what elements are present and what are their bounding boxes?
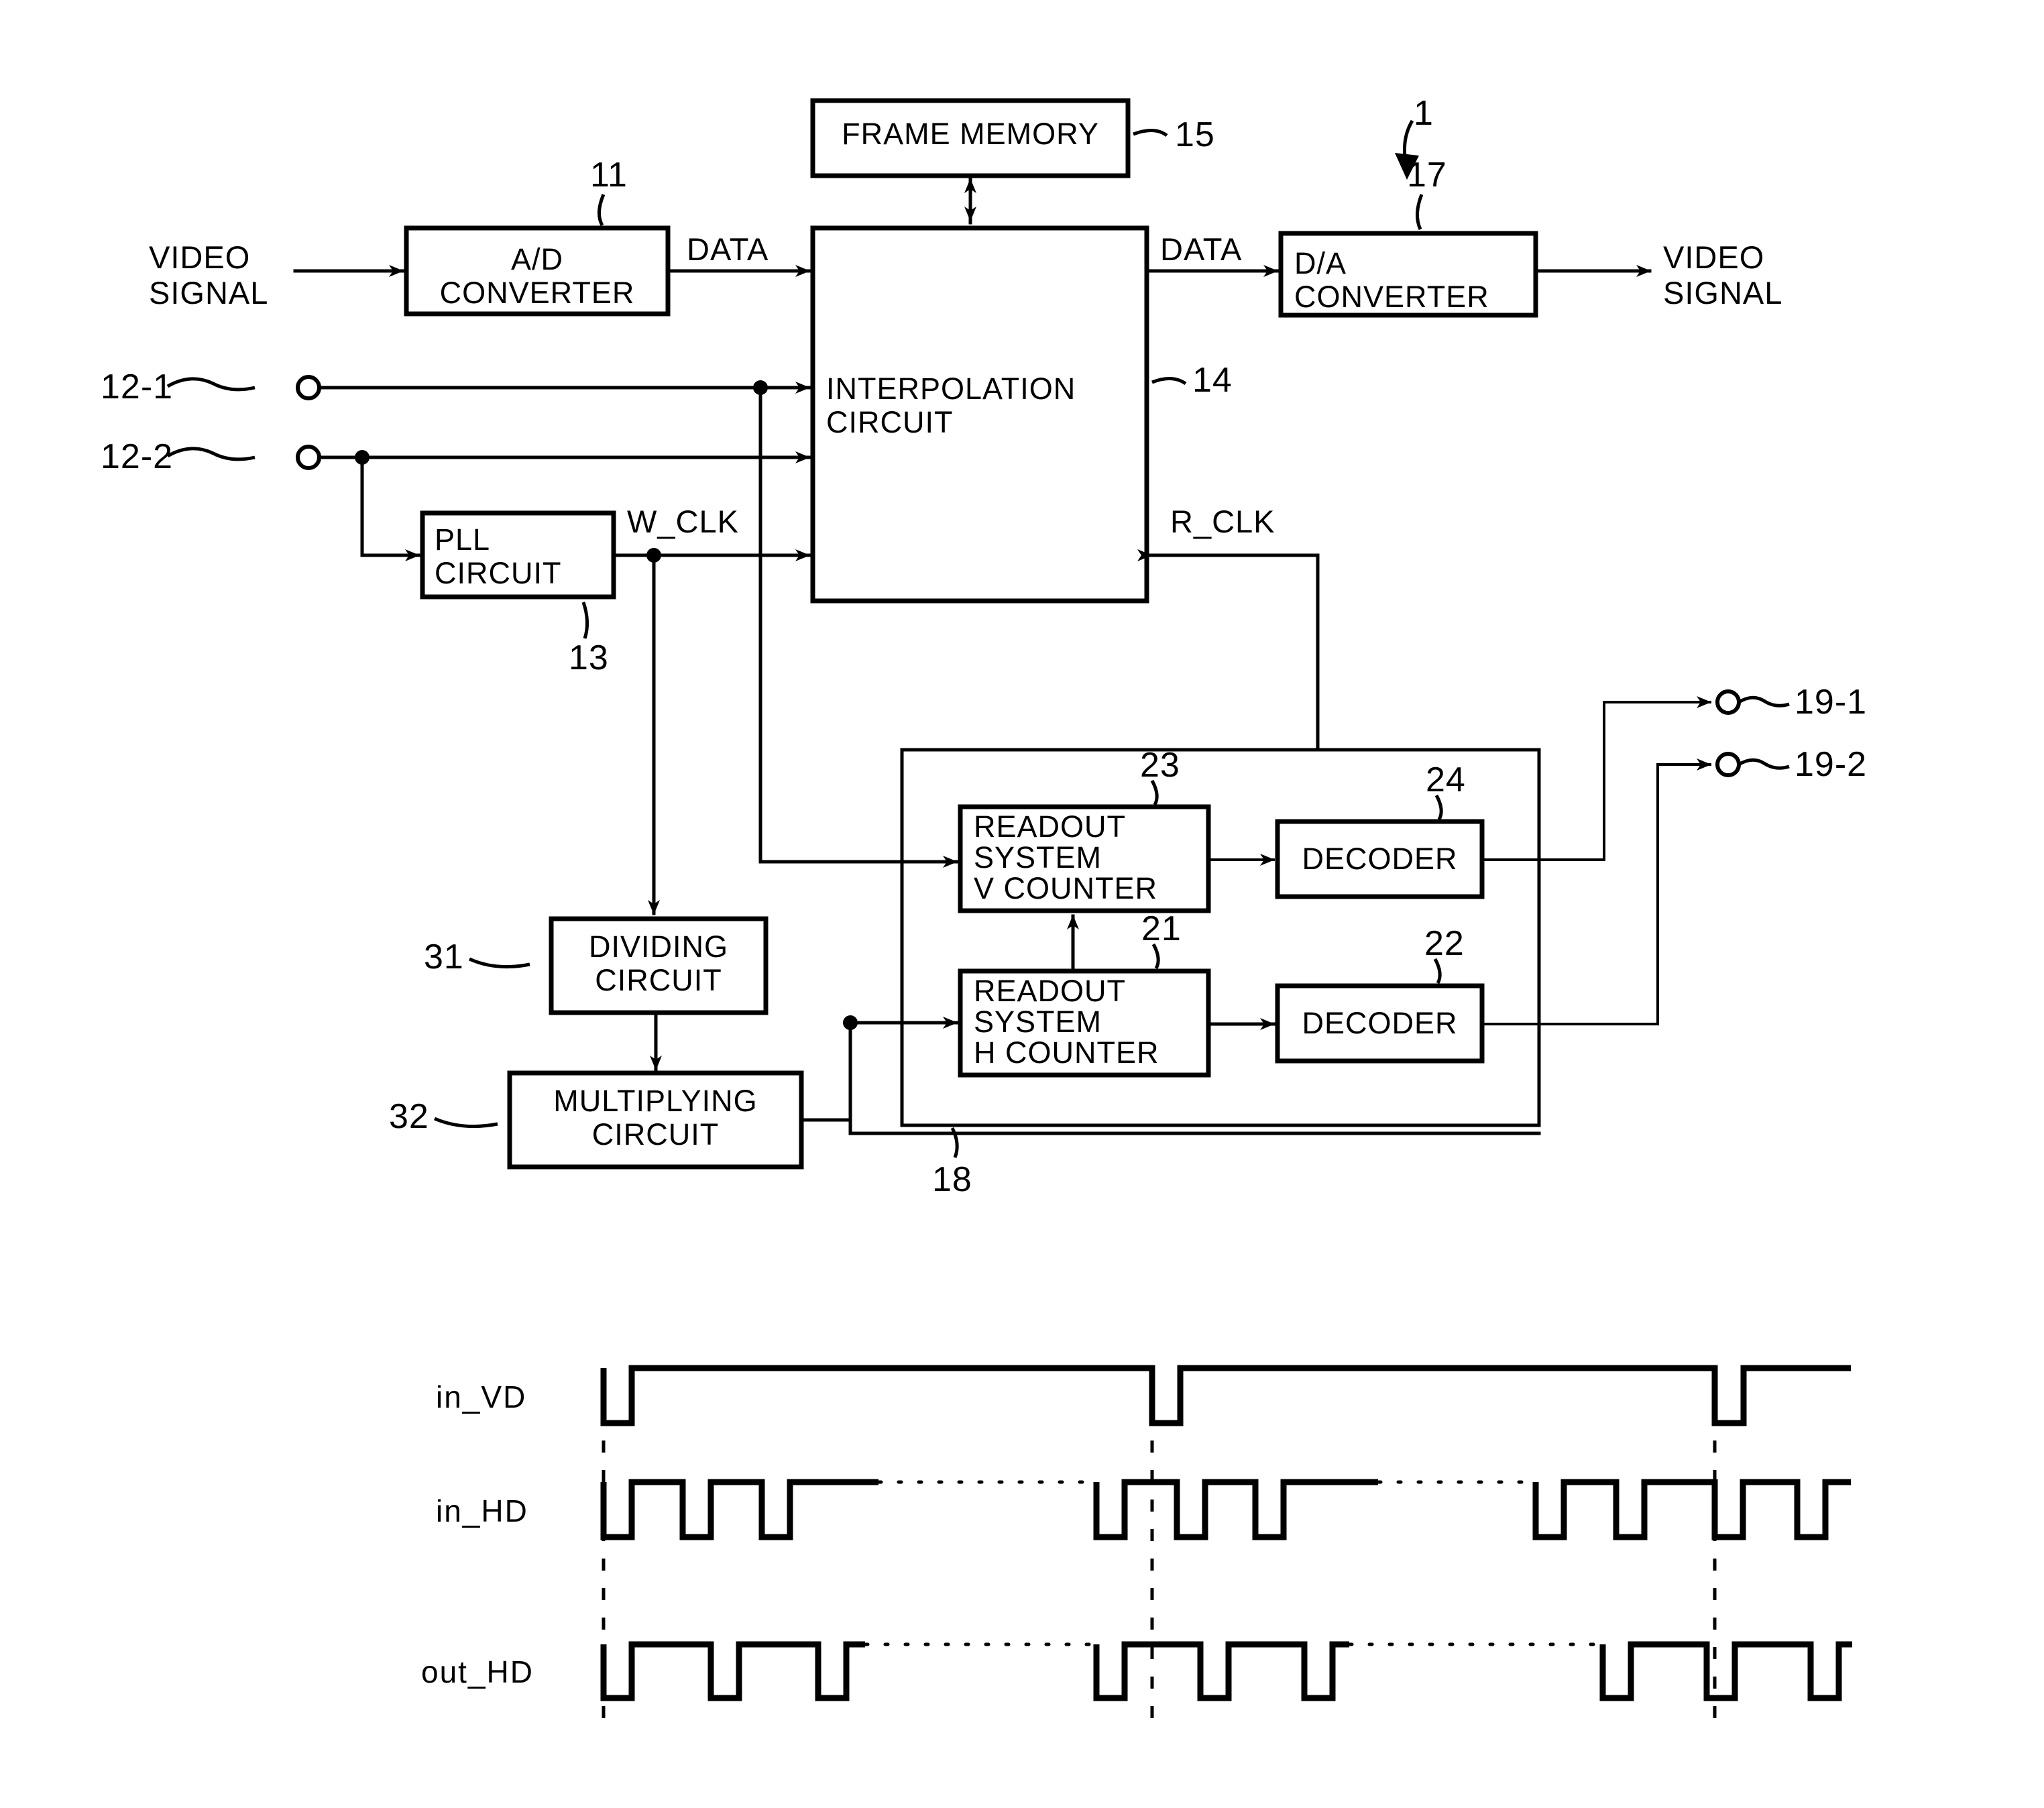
- terminal-12-2[interactable]: [296, 445, 321, 470]
- label-data-in: DATA: [687, 231, 769, 267]
- label-terminal-19-1: 19-1: [1795, 683, 1868, 722]
- ref-da-converter: 17: [1407, 156, 1447, 194]
- leader-ref-15: [1133, 129, 1168, 137]
- label-video-signal-out: VIDEO SIGNAL: [1663, 239, 1783, 310]
- waveform-in-hd-seg2: [1093, 1479, 1378, 1540]
- ref-system: 1: [1414, 94, 1434, 133]
- terminal-19-1[interactable]: [1715, 689, 1741, 715]
- label-interpolation-circuit: INTERPOLATION CIRCUIT: [826, 372, 1076, 440]
- ref-ad-converter: 11: [590, 156, 628, 194]
- label-terminal-19-2: 19-2: [1795, 745, 1868, 784]
- timing-label-out-hd: out_HD: [421, 1654, 534, 1689]
- ref-dividing-circuit: 31: [424, 938, 464, 976]
- label-terminal-12-2: 12-2: [101, 437, 174, 476]
- wire-12-2-to-pll: [360, 455, 420, 561]
- terminal-19-2[interactable]: [1715, 752, 1741, 777]
- waveform-out-hd-seg2: [1093, 1641, 1349, 1701]
- ref-decoder-v: 24: [1426, 760, 1466, 799]
- ref-v-counter: 23: [1140, 746, 1180, 785]
- terminal-12-1[interactable]: [296, 375, 321, 400]
- lead-19-2: [1738, 758, 1790, 770]
- lead-19-1: [1738, 695, 1790, 708]
- ref-decoder-h: 22: [1424, 924, 1465, 963]
- waveform-in-hd-seg3: [1532, 1479, 1851, 1540]
- label-multiplying-circuit: MULTIPLYING CIRCUIT: [553, 1084, 758, 1152]
- label-w-clk: W_CLK: [627, 504, 739, 539]
- timing-label-in-hd: in_HD: [436, 1493, 528, 1528]
- label-dividing-circuit: DIVIDING CIRCUIT: [588, 929, 729, 998]
- wire-decoder-h-to-out2: [1481, 758, 1711, 1025]
- wire-decoder-v-to-out1: [1481, 696, 1711, 861]
- label-decoder-h: DECODER: [1302, 1006, 1458, 1040]
- wire-rclk-feedback: [1137, 549, 1320, 693]
- lead-12-2: [166, 447, 255, 461]
- label-pll-circuit: PLL CIRCUIT: [435, 522, 562, 591]
- waveform-out-hd-seg3: [1599, 1641, 1852, 1701]
- leader-ref-11: [598, 194, 606, 227]
- lead-12-1: [166, 377, 255, 392]
- wire-multiplier-to-hcounter: [799, 1017, 958, 1122]
- ref-multiplying-circuit: 32: [389, 1097, 429, 1136]
- timing-label-in-vd: in_VD: [436, 1379, 527, 1414]
- leader-ref-17: [1416, 194, 1424, 231]
- label-decoder-v: DECODER: [1302, 842, 1458, 876]
- waveform-in-vd: [600, 1365, 1851, 1426]
- waveform-out-hd-seg1: [600, 1641, 865, 1701]
- label-ad-converter: A/D CONVERTER: [439, 242, 635, 310]
- label-data-out: DATA: [1160, 231, 1243, 267]
- ref-readout-block: 18: [932, 1160, 972, 1199]
- leader-ref-13: [581, 602, 589, 639]
- ref-interpolation-circuit: 14: [1192, 361, 1233, 400]
- label-r-clk: R_CLK: [1170, 504, 1275, 539]
- waveform-in-hd-seg1: [600, 1479, 878, 1540]
- leader-ref-31: [468, 957, 530, 969]
- label-v-counter: READOUT SYSTEM V COUNTER: [974, 809, 1158, 905]
- figure-canvas: A/D CONVERTER FRAME MEMORY INTERPOLATION…: [0, 0, 2044, 1808]
- label-terminal-12-1: 12-1: [101, 368, 174, 406]
- ref-h-counter: 21: [1141, 909, 1182, 948]
- leader-ref-32: [434, 1117, 498, 1129]
- label-video-signal-in: VIDEO SIGNAL: [149, 239, 269, 310]
- leader-ref-14: [1151, 377, 1187, 386]
- label-frame-memory: FRAME MEMORY: [842, 117, 1099, 151]
- label-da-converter: D/A CONVERTER: [1294, 246, 1489, 315]
- label-h-counter: READOUT SYSTEM H COUNTER: [974, 974, 1159, 1070]
- ref-pll-circuit: 13: [569, 638, 609, 677]
- ref-frame-memory: 15: [1175, 115, 1215, 154]
